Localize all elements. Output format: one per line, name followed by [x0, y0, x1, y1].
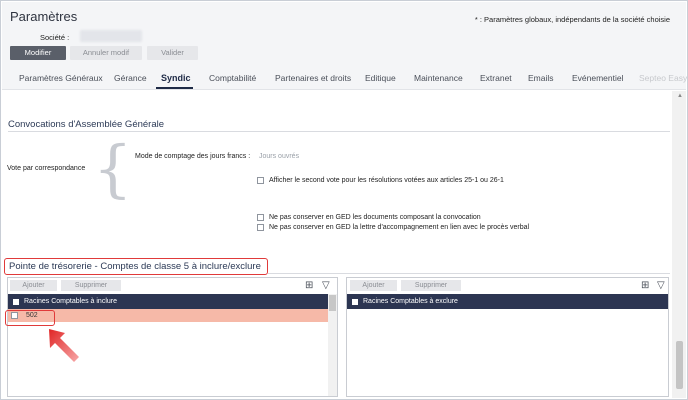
filter-icon[interactable]: ▽ [657, 280, 665, 291]
tab-gerance[interactable]: Gérance [114, 73, 147, 83]
exclude-header: Racines Comptables à exclure [347, 294, 668, 309]
ged-lettre-option[interactable]: Ne pas conserver en GED la lettre d'acco… [257, 224, 529, 231]
page-scroll-thumb[interactable] [676, 341, 683, 389]
ged-lettre-label: Ne pas conserver en GED la lettre d'acco… [269, 224, 530, 231]
tab-editique[interactable]: Editique [365, 73, 396, 83]
second-vote-checkbox[interactable] [257, 177, 264, 184]
global-params-note: * : Paramètres globaux, indépendants de … [474, 15, 670, 24]
societe-label: Société : [40, 33, 70, 42]
ged-lettre-checkbox[interactable] [257, 224, 264, 231]
tab-evenementiel[interactable]: Evénementiel [572, 73, 624, 83]
mode-comptage-label: Mode de comptage des jours francs : [135, 153, 251, 160]
convocations-section-title: Convocations d'Assemblée Générale [8, 119, 165, 130]
tab-parametres-generaux[interactable]: Paramètres Généraux [19, 73, 103, 83]
include-header-label: Racines Comptables à inclure [24, 298, 117, 305]
vote-correspondance-label: Vote par correspondance [7, 165, 86, 172]
column-chooser-icon[interactable]: ⊞ [305, 280, 313, 291]
header: Paramètres * : Paramètres globaux, indép… [2, 2, 687, 90]
column-chooser-icon[interactable]: ⊞ [641, 280, 649, 291]
include-toolbar: Ajouter Supprimer ⊞ ▽ [8, 278, 337, 294]
annotation-highlight-box [5, 310, 55, 326]
tab-emails[interactable]: Emails [528, 73, 554, 83]
pointe-tresorerie-title: Pointe de trésorerie - Comptes de classe… [4, 258, 268, 275]
valider-button[interactable]: Valider [147, 46, 198, 60]
ged-docs-checkbox[interactable] [257, 214, 264, 221]
tab-extranet[interactable]: Extranet [480, 73, 512, 83]
mode-comptage-value[interactable]: Jours ouvrés [259, 153, 299, 160]
tab-septeo-easy[interactable]: Septeo Easy [639, 73, 687, 83]
active-tab-indicator [156, 87, 193, 89]
exclude-toolbar: Ajouter Supprimer ⊞ ▽ [347, 278, 668, 294]
annuler-modif-button[interactable]: Annuler modif [70, 46, 142, 60]
include-header: Racines Comptables à inclure [8, 294, 328, 309]
include-scroll-thumb[interactable] [329, 295, 336, 311]
modifier-button[interactable]: Modifier [10, 46, 66, 60]
settings-window: Paramètres * : Paramètres globaux, indép… [0, 0, 688, 400]
include-ajouter-button[interactable]: Ajouter [10, 280, 57, 291]
tab-bar: Paramètres Généraux Gérance Syndic Compt… [2, 68, 687, 90]
exclude-panel: Ajouter Supprimer ⊞ ▽ Racines Comptables… [346, 277, 669, 397]
exclude-header-label: Racines Comptables à exclure [363, 298, 458, 305]
ged-docs-label: Ne pas conserver en GED les documents co… [269, 214, 481, 221]
second-vote-label: Afficher le second vote pour les résolut… [269, 177, 504, 184]
section-divider [268, 273, 670, 274]
include-select-all-checkbox[interactable] [13, 298, 19, 305]
tab-syndic[interactable]: Syndic [161, 73, 191, 83]
page-title: Paramètres [10, 9, 78, 24]
exclude-ajouter-button[interactable]: Ajouter [350, 280, 397, 291]
table-row[interactable]: 502 [8, 309, 328, 322]
tab-comptabilite[interactable]: Comptabilité [209, 73, 256, 83]
tab-maintenance[interactable]: Maintenance [414, 73, 463, 83]
exclude-select-all-checkbox[interactable] [352, 298, 358, 305]
ged-docs-option[interactable]: Ne pas conserver en GED les documents co… [257, 214, 481, 221]
annotation-arrow-icon [49, 329, 79, 362]
brace-icon: { [93, 132, 133, 205]
exclude-supprimer-button[interactable]: Supprimer [401, 280, 461, 291]
scroll-up-arrow-icon[interactable]: ▲ [677, 93, 683, 99]
second-vote-option[interactable]: Afficher le second vote pour les résolut… [257, 177, 504, 184]
societe-value-blurred[interactable] [80, 30, 142, 42]
tab-partenaires-droits[interactable]: Partenaires et droits [275, 73, 351, 83]
filter-icon[interactable]: ▽ [322, 280, 330, 291]
include-supprimer-button[interactable]: Supprimer [61, 280, 121, 291]
